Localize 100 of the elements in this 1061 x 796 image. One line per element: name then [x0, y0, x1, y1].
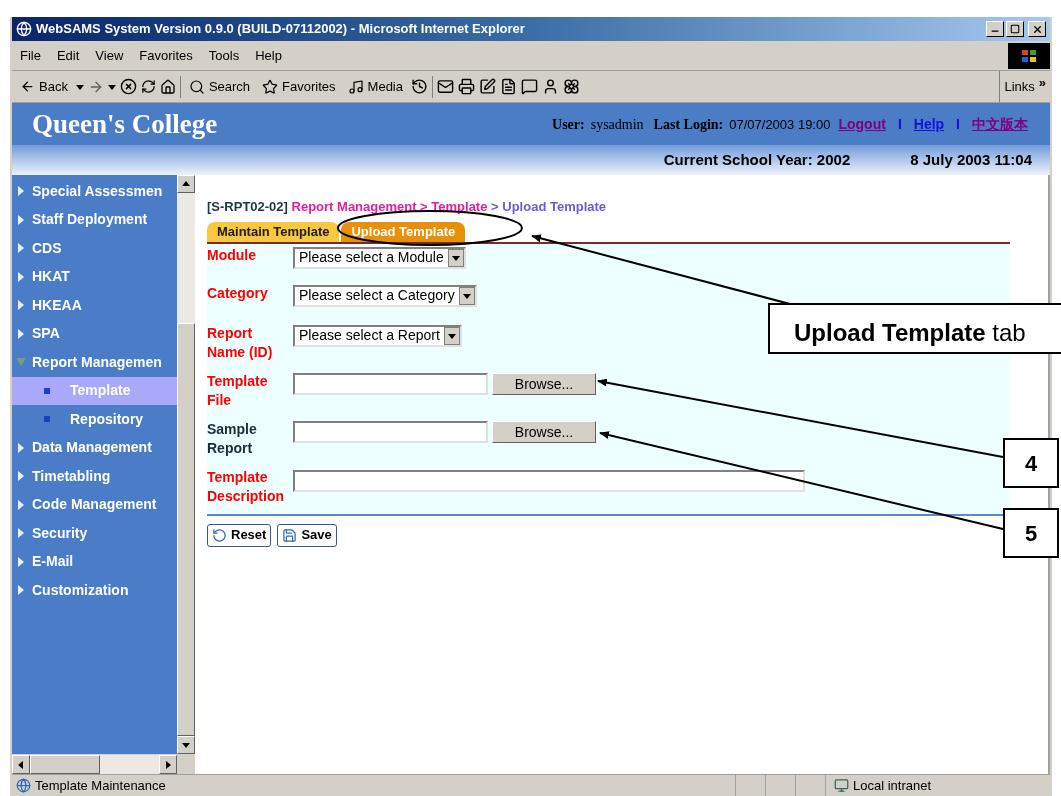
last-login-time: 07/07/2003 19:00 [729, 115, 831, 134]
status-text: Template Maintenance [35, 776, 167, 795]
right-arrow-icon[interactable] [164, 760, 172, 769]
print-icon [458, 78, 475, 95]
favorites-icon [262, 78, 279, 95]
back-button[interactable]: Back [16, 74, 72, 99]
collapsed-arrow-icon [16, 556, 26, 567]
menu-item[interactable]: Favorites [131, 45, 201, 66]
close-button[interactable] [1028, 21, 1046, 37]
current-datetime: 8 July 2003 11:04 [910, 149, 1032, 170]
minimize-button[interactable] [986, 21, 1004, 37]
collapsed-arrow-icon [16, 528, 26, 539]
down-arrow-icon[interactable] [107, 82, 116, 91]
page-icon [16, 778, 31, 793]
down-arrow-icon[interactable] [451, 253, 460, 262]
field-label: Module [207, 245, 257, 265]
collapsed-arrow-icon [16, 271, 26, 282]
collapsed-arrow-icon [16, 499, 26, 510]
menu-item[interactable]: Help [247, 45, 290, 66]
left-arrow-icon[interactable] [17, 760, 25, 769]
sidebar-item[interactable]: E-Mail [12, 547, 177, 576]
callout-label: Upload Template tab [768, 303, 1061, 354]
down-arrow-icon[interactable] [447, 331, 456, 340]
horizontal-scrollbar[interactable] [12, 754, 195, 774]
media-button[interactable]: Media [343, 74, 407, 99]
callout-number: 5 [1003, 508, 1059, 558]
file-path-field[interactable] [293, 420, 488, 443]
browse-button[interactable]: Browse... [492, 420, 596, 443]
media-icon [347, 78, 364, 95]
favorites-button[interactable]: Favorites [258, 74, 340, 99]
sidebar-item[interactable]: Special Assessmen [12, 177, 177, 206]
select-dropdown[interactable]: Please select a Module [293, 246, 466, 269]
sidebar-item[interactable]: Customization [12, 576, 177, 605]
intranet-icon [834, 778, 849, 793]
field-label: Category [207, 283, 269, 303]
edit-icon [479, 78, 496, 95]
stop-icon [119, 78, 137, 95]
flower-icon [563, 78, 580, 95]
refresh-icon [140, 79, 156, 94]
logo-icon [1008, 42, 1050, 69]
search-button[interactable]: Search [184, 74, 255, 99]
mail-icon [437, 78, 454, 95]
collapsed-arrow-icon [16, 471, 26, 482]
browse-button[interactable]: Browse... [492, 372, 596, 395]
sidebar-item[interactable]: Data Management [12, 433, 177, 462]
select-dropdown[interactable]: Please select a Category [293, 284, 477, 307]
collapsed-arrow-icon [16, 300, 26, 311]
window-title: WebSAMS System Version 0.9.0 (BUILD-07112002) - Microsoft Internet Explorer [36, 20, 525, 39]
sidebar-item[interactable]: Report Managemen [12, 348, 177, 377]
tab[interactable]: Maintain Template [207, 221, 340, 242]
collapsed-arrow-icon [16, 243, 26, 254]
sidebar-item[interactable]: SPA [12, 319, 177, 348]
user-label: User: [552, 115, 585, 134]
bullet-icon [44, 416, 50, 423]
menu-item[interactable]: Tools [200, 45, 248, 66]
maximize-button[interactable] [1006, 21, 1024, 37]
sidebar-item[interactable]: Repository [12, 405, 177, 434]
sidebar-item[interactable]: Code Management [12, 490, 177, 519]
down-arrow-icon[interactable] [462, 291, 471, 300]
sidebar-item[interactable]: CDS [12, 234, 177, 263]
reset-button[interactable]: Reset [207, 523, 272, 547]
sidebar-item[interactable]: HKAT [12, 262, 177, 291]
vertical-scrollbar[interactable] [177, 175, 195, 754]
close-icon [1031, 23, 1043, 35]
history-icon [411, 78, 428, 95]
file-path-field[interactable] [293, 372, 488, 395]
user-name: sysadmin [590, 115, 644, 134]
up-arrow-icon[interactable] [182, 179, 190, 188]
description-field[interactable] [293, 469, 805, 492]
field-label: Sample Report [207, 419, 258, 458]
collapsed-arrow-icon [16, 442, 26, 453]
link-separator: I [897, 114, 902, 134]
messenger-icon [542, 78, 559, 95]
down-arrow-icon[interactable] [182, 741, 190, 750]
collapsed-arrow-icon [16, 186, 26, 197]
menu-item[interactable]: File [12, 45, 49, 66]
school-year: Current School Year: 2002 [663, 149, 851, 170]
more-chevron[interactable]: » [1038, 72, 1046, 93]
callout-number: 4 [1003, 438, 1059, 488]
sidebar-item[interactable]: Security [12, 519, 177, 548]
sidebar-item[interactable]: Staff Deployment [12, 205, 177, 234]
field-label: Template Description [207, 467, 285, 506]
collapsed-arrow-icon [16, 328, 26, 339]
sidebar-item[interactable]: HKEAA [12, 291, 177, 320]
college-name: Queen's College [32, 107, 218, 141]
expanded-arrow-icon [16, 357, 26, 368]
zone-text: Local intranet [853, 776, 932, 795]
maximize-icon [1010, 24, 1020, 34]
browser-icon [16, 21, 32, 37]
select-dropdown[interactable]: Please select a Report [293, 324, 462, 347]
sidebar-item[interactable]: Timetabling [12, 462, 177, 491]
down-arrow-icon[interactable] [75, 82, 84, 91]
menu-item[interactable]: View [87, 45, 132, 66]
breadcrumb: [S-RPT02-02] Report Management > Template > Upload Template [207, 198, 608, 216]
save-button[interactable]: Save [277, 523, 337, 547]
links-button[interactable]: Links [1004, 76, 1035, 97]
menu-item[interactable]: Edit [48, 45, 88, 66]
link-separator: I [956, 114, 960, 134]
document-icon [500, 78, 517, 95]
last-login-label: Last Login: [653, 115, 724, 134]
